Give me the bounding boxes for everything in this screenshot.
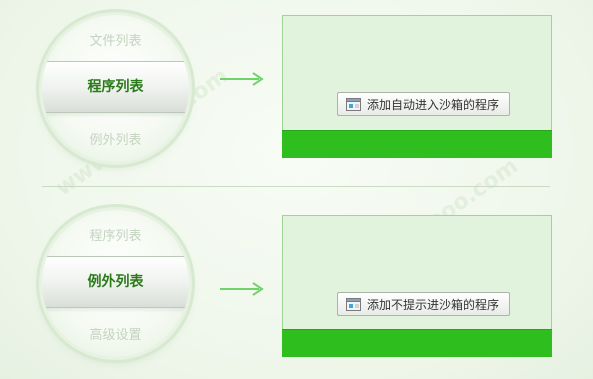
window-bottom-bar [282, 130, 552, 158]
add-program-icon [346, 97, 361, 111]
exception-list-window: 添加不提示进沙箱的程序 [282, 215, 552, 357]
window-bottom-bar [282, 329, 552, 357]
add-program-icon [346, 297, 361, 311]
menu-item-exception-list[interactable]: 例外列表 [42, 256, 189, 308]
add-auto-sandbox-program-button[interactable]: 添加自动进入沙箱的程序 [337, 92, 511, 116]
menu-item-advanced-settings[interactable]: 高级设置 [42, 324, 189, 343]
menu-item-label: 程序列表 [87, 79, 144, 95]
section-divider [42, 186, 550, 187]
program-list-window: 添加自动进入沙箱的程序 [282, 15, 552, 158]
button-label: 添加不提示进沙箱的程序 [367, 297, 500, 312]
category-dial: 程序列表 例外列表 高级设置 [42, 210, 189, 357]
menu-item-label: 例外列表 [87, 274, 144, 290]
menu-item-exception-list[interactable]: 例外列表 [42, 129, 189, 148]
category-dial: 文件列表 程序列表 例外列表 [42, 15, 189, 162]
menu-item-program-list[interactable]: 程序列表 [42, 225, 189, 244]
arrow-right-icon [220, 282, 264, 296]
button-label: 添加自动进入沙箱的程序 [367, 97, 500, 112]
program-list-panel: 文件列表 程序列表 例外列表 添加自动进入沙箱的程序 [0, 0, 593, 189]
menu-item-file-list[interactable]: 文件列表 [42, 30, 189, 49]
add-no-prompt-sandbox-program-button[interactable]: 添加不提示进沙箱的程序 [337, 292, 511, 316]
exception-list-panel: 程序列表 例外列表 高级设置 添加不提示进沙箱的程序 [0, 190, 593, 379]
menu-item-program-list[interactable]: 程序列表 [42, 61, 189, 113]
arrow-right-icon [220, 72, 264, 86]
